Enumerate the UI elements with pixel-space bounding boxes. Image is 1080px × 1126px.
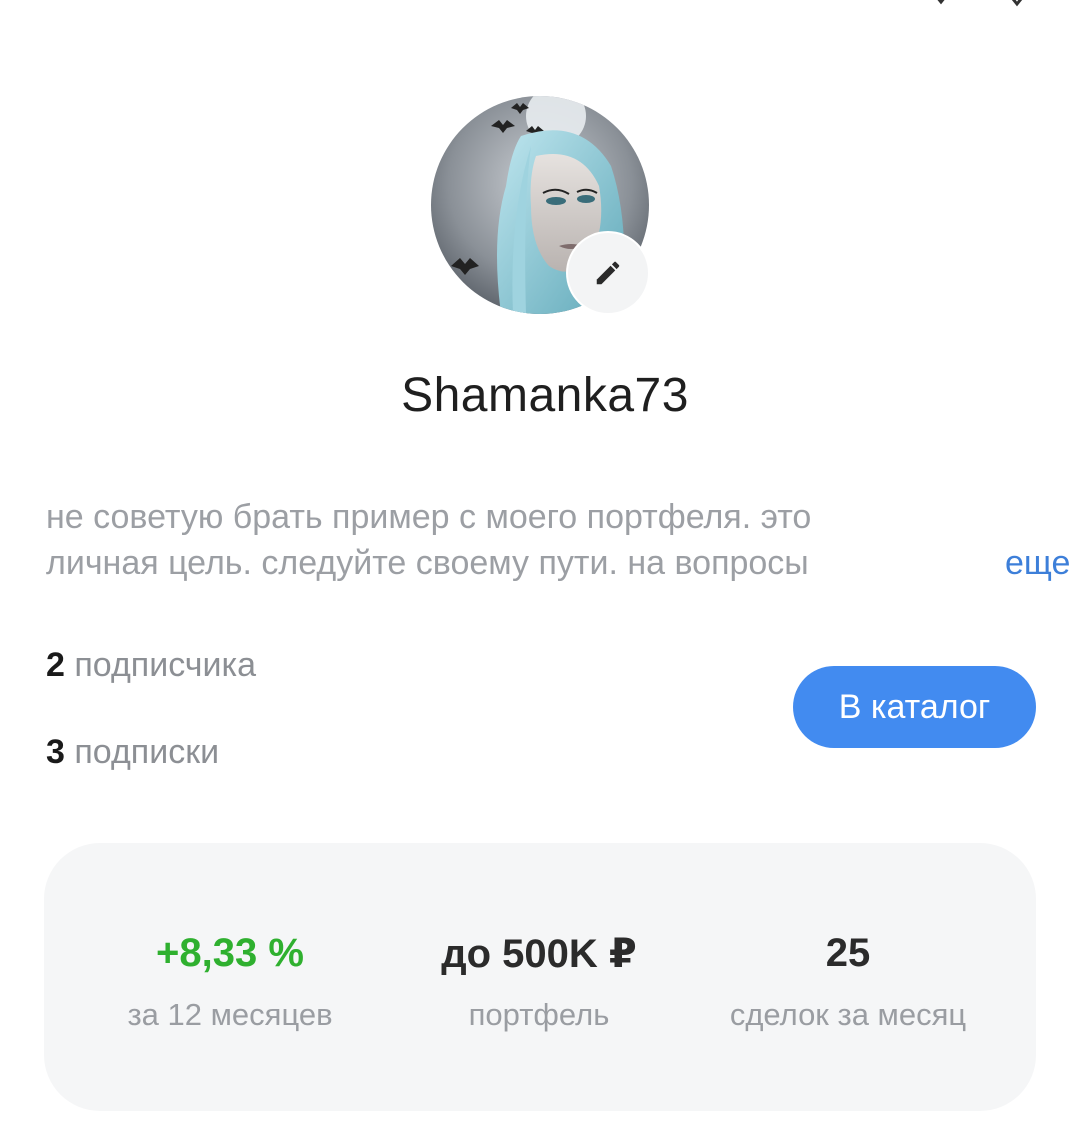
- portfolio-stats-card: +8,33 % за 12 месяцев до 500K ₽ портфель…: [44, 843, 1036, 1111]
- bio-line-text: личная цель. следуйте своему пути. на во…: [46, 544, 809, 582]
- stat-trades-value: 25: [825, 931, 871, 975]
- edit-avatar-button[interactable]: [568, 233, 648, 313]
- followers-label: подписчика: [74, 646, 257, 684]
- stat-portfolio-value: до 500K ₽: [441, 932, 637, 976]
- stat-trades: 25 сделок за месяц: [683, 931, 1013, 1033]
- stat-return: +8,33 % за 12 месяцев: [65, 931, 395, 1033]
- stat-portfolio-caption: портфель: [468, 997, 610, 1032]
- catalog-button[interactable]: В каталог: [793, 666, 1036, 748]
- bio-line: не советую брать пример с моего портфеля…: [46, 498, 812, 536]
- stat-trades-caption: сделок за месяц: [729, 997, 967, 1032]
- menu-icon[interactable]: [1006, 0, 1028, 8]
- share-icon[interactable]: [930, 0, 952, 8]
- bio-more-link[interactable]: еще: [1001, 540, 1071, 586]
- stat-return-value: +8,33 %: [156, 931, 304, 975]
- followers-count: 2: [46, 646, 65, 684]
- following-link[interactable]: 3 подписки: [46, 733, 219, 772]
- profile-bio: не советую брать пример с моего портфеля…: [46, 494, 1071, 586]
- following-count: 3: [46, 733, 65, 771]
- pencil-icon: [596, 261, 620, 285]
- username: Shamanka73: [401, 369, 689, 422]
- top-toolbar-icons: [890, 0, 1040, 10]
- avatar-container: [431, 96, 651, 316]
- followers-link[interactable]: 2 подписчика: [46, 646, 256, 685]
- stat-return-caption: за 12 месяцев: [127, 997, 333, 1032]
- following-label: подписки: [74, 733, 220, 771]
- bio-line-truncated: личная цель. следуйте своему пути. на во…: [46, 540, 1071, 586]
- bio-fade: [826, 540, 976, 586]
- stat-portfolio-size: до 500K ₽ портфель: [374, 931, 704, 1033]
